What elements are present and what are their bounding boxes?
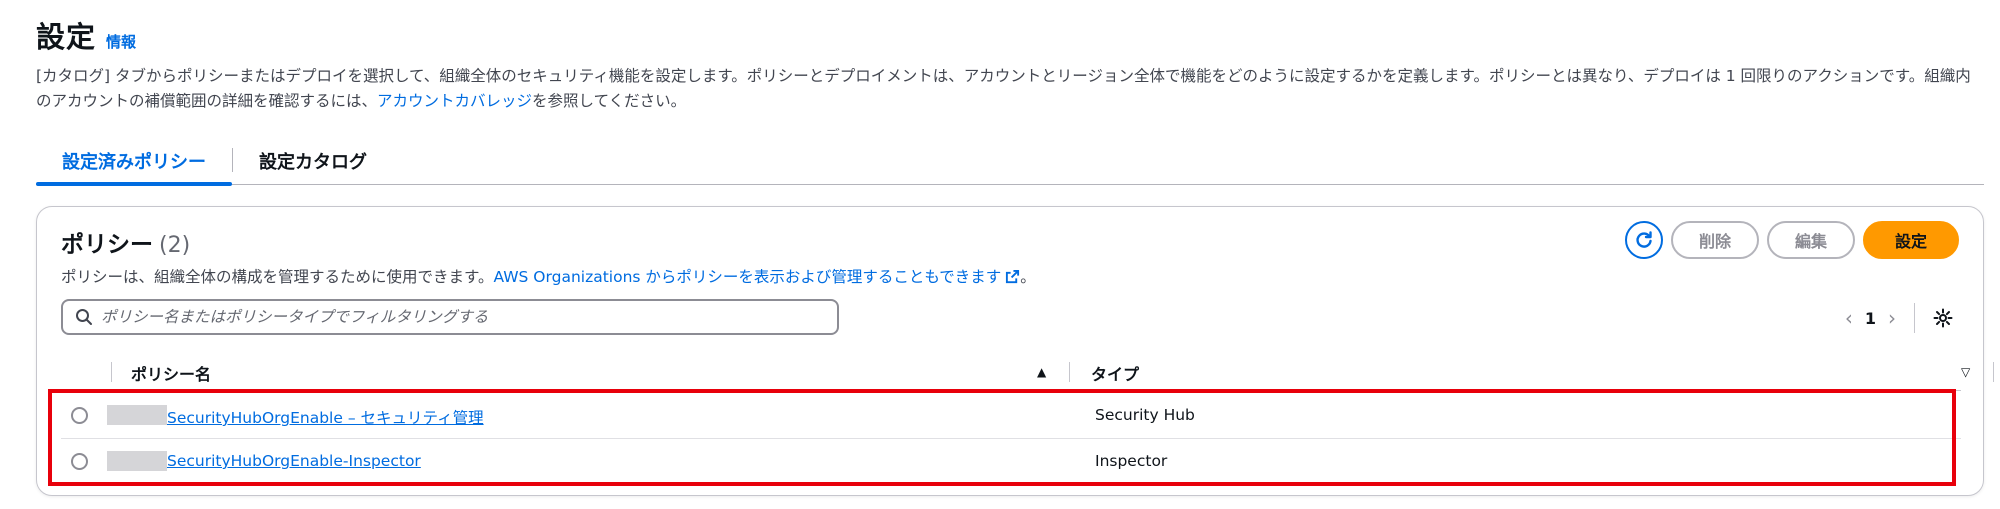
previous-page-icon[interactable]: ‹ [1845,306,1853,330]
row-select-radio[interactable] [71,453,88,470]
table-row[interactable]: SecurityHubOrgEnable – セキュリティ管理 Security… [61,393,1961,439]
info-link[interactable]: 情報 [106,31,136,52]
panel-title: ポリシー [61,232,153,258]
redacted-prefix [107,451,167,471]
description-text: [カタログ] タブからポリシーまたはデプロイを選択して、組織全体のセキュリティ機… [36,67,1971,110]
pagination-divider [1914,303,1915,333]
tab-list: 設定済みポリシー 設定カタログ [36,138,1984,186]
policy-count: (2) [159,233,191,258]
page-title: 設定 [36,20,97,54]
panel-header: ポリシー (2) [61,225,190,259]
aws-organizations-link[interactable]: AWS Organizations からポリシーを表示および管理することもできま… [493,268,1020,286]
panel-description: ポリシーは、組織全体の構成を管理するために使用できます。AWS Organiza… [61,265,1036,287]
table-header: ポリシー名 ▲ タイプ ▽ [61,353,1994,391]
current-page[interactable]: 1 [1865,309,1876,328]
page-header: 設定 情報 [カタログ] タブからポリシーまたはデプロイを選択して、組織全体のセ… [36,14,1976,114]
policy-type: Security Hub [1095,406,1195,424]
column-divider [111,362,112,382]
pagination: ‹ 1 › [1845,303,1953,333]
redacted-prefix [107,405,167,425]
search-input[interactable] [101,308,821,326]
column-divider [1993,362,1994,382]
table-preferences-button[interactable] [1933,308,1953,328]
column-header-type[interactable]: タイプ [1091,361,1139,385]
title-row: 設定 情報 [36,14,1976,56]
refresh-icon [1636,231,1652,248]
panel-actions: 削除 編集 設定 [1624,221,1959,259]
aws-organizations-link-text: AWS Organizations からポリシーを表示および管理することもできま… [493,268,1002,286]
policy-name-link[interactable]: SecurityHubOrgEnable-Inspector [167,452,421,470]
table-row[interactable]: SecurityHubOrgEnable-Inspector Inspector [61,439,1961,485]
panel-description-text: ポリシーは、組織全体の構成を管理するために使用できます。 [61,268,494,286]
refresh-button[interactable] [1624,221,1663,259]
gear-icon [1933,308,1953,328]
column-divider [1069,362,1070,382]
column-header-policy-name[interactable]: ポリシー名 [131,361,211,385]
policy-name-link[interactable]: SecurityHubOrgEnable – セキュリティ管理 [167,406,484,428]
policy-type: Inspector [1095,452,1168,470]
account-coverage-link[interactable]: アカウントカバレッジ [377,92,532,110]
delete-button[interactable]: 削除 [1670,221,1759,259]
external-link-icon [1006,269,1020,284]
tab-configuration-catalog[interactable]: 設定カタログ [233,138,393,184]
page-description: [カタログ] タブからポリシーまたはデプロイを選択して、組織全体のセキュリティ機… [36,64,1981,114]
next-page-icon[interactable]: › [1888,306,1896,330]
create-policy-button[interactable]: 設定 [1862,221,1959,259]
tab-configured-policies[interactable]: 設定済みポリシー [36,138,232,186]
panel-description-end: 。 [1020,268,1036,286]
sort-descending-icon[interactable]: ▽ [1961,365,1970,379]
row-select-radio[interactable] [71,407,88,424]
search-icon [76,309,92,325]
description-text-end: を参照してください。 [532,92,687,110]
edit-button[interactable]: 編集 [1766,221,1855,259]
sort-ascending-icon[interactable]: ▲ [1037,365,1046,379]
policies-panel: ポリシー (2) ポリシーは、組織全体の構成を管理するために使用できます。AWS… [36,206,1994,496]
search-box [61,299,839,335]
